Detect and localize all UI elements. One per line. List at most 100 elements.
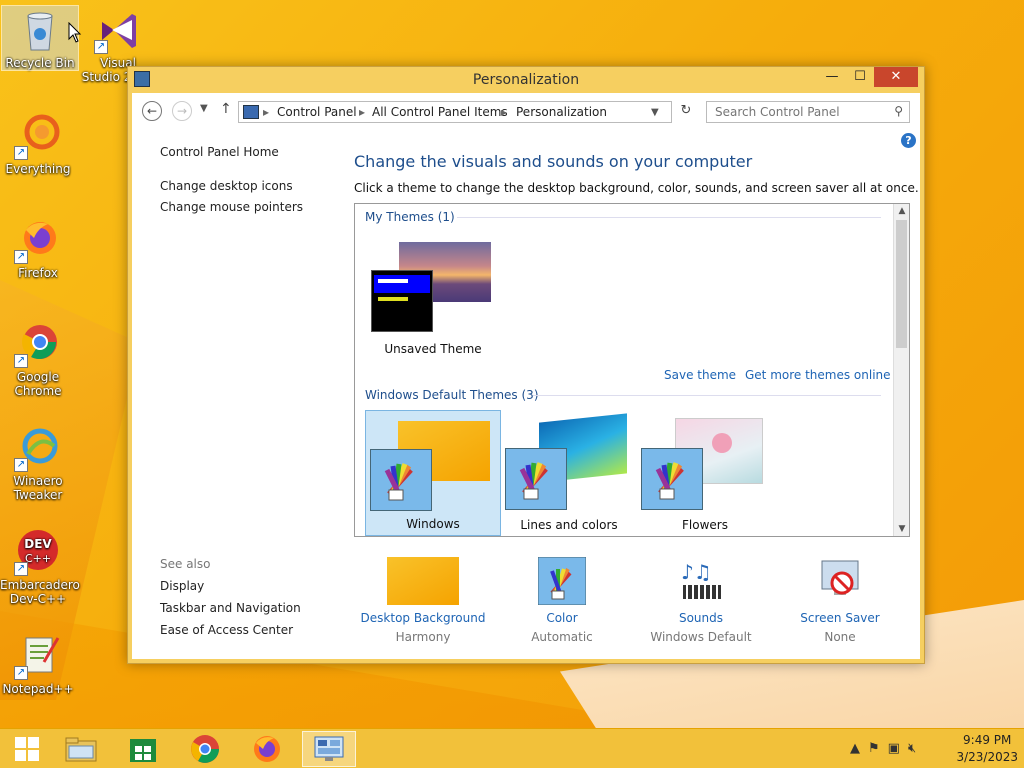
desktop-icon-notepad-plus-plus[interactable]: ↗ Notepad++	[0, 632, 76, 696]
my-themes-header-text: My Themes (1)	[365, 210, 455, 224]
screen-saver-setting[interactable]: Screen Saver None	[770, 557, 910, 644]
desktop-icon-recycle-bin[interactable]: Recycle Bin	[1, 5, 79, 71]
see-also-header: See also	[160, 557, 211, 571]
notepad-plus-plus-icon: ↗	[14, 632, 62, 680]
breadcrumb-control-panel[interactable]: Control Panel	[277, 105, 357, 119]
minimize-button[interactable]: —	[818, 67, 846, 87]
theme-unsaved[interactable]: Unsaved Theme	[365, 234, 501, 360]
firefox-icon	[254, 736, 280, 762]
scroll-up-icon[interactable]: ▲	[894, 206, 909, 216]
group-divider	[457, 217, 881, 218]
sounds-setting[interactable]: ♪♫ Sounds Windows Default	[631, 557, 771, 644]
taskbar-file-explorer[interactable]	[54, 731, 108, 767]
control-panel-icon	[243, 105, 259, 119]
color-setting[interactable]: Color Automatic	[492, 556, 632, 644]
shortcut-arrow-icon: ↗	[14, 666, 28, 680]
taskbar-control-panel[interactable]	[302, 731, 356, 767]
recent-locations-dropdown-icon[interactable]: ▼	[200, 103, 208, 114]
get-more-themes-link[interactable]: Get more themes online	[745, 368, 891, 382]
desktop-background-label: Desktop Background	[360, 611, 486, 625]
refresh-icon[interactable]: ↻	[676, 103, 696, 121]
volume-muted-icon[interactable]: 🔇︎	[908, 741, 924, 756]
breadcrumb-separator-icon: ▸	[501, 105, 508, 119]
color-palette-icon	[537, 556, 587, 606]
desktop-icon-firefox[interactable]: ↗ Firefox	[0, 216, 76, 280]
control-panel-home-link[interactable]: Control Panel Home	[160, 145, 303, 159]
mouse-cursor-icon	[68, 22, 82, 43]
svg-text:DEV: DEV	[24, 537, 52, 551]
visual-studio-icon: ↗	[94, 6, 142, 54]
forward-button[interactable]: →	[172, 101, 192, 121]
change-mouse-pointers-link[interactable]: Change mouse pointers	[160, 200, 303, 214]
dev-cpp-icon: DEV C++ ↗	[14, 528, 62, 576]
scrollbar-thumb[interactable]	[896, 220, 907, 348]
color-palette-icon	[505, 448, 567, 510]
page-title: Change the visuals and sounds on your co…	[354, 152, 753, 171]
taskbar-navigation-link[interactable]: Taskbar and Navigation	[160, 601, 301, 615]
personalization-window: Personalization — ☐ ✕ ← → ▼ ↑ ▸ Control …	[127, 66, 925, 664]
themes-scrollbar[interactable]: ▲ ▼	[893, 204, 909, 536]
help-icon[interactable]: ?	[901, 133, 916, 148]
address-box[interactable]: ▸ Control Panel ▸ All Control Panel Item…	[238, 101, 672, 123]
default-themes-header: Windows Default Themes (3)	[365, 388, 881, 402]
save-theme-link[interactable]: Save theme	[664, 368, 736, 382]
taskbar-store[interactable]	[116, 731, 170, 767]
breadcrumb-all-items[interactable]: All Control Panel Items	[372, 105, 508, 119]
back-button[interactable]: ←	[142, 101, 162, 121]
breadcrumb-personalization[interactable]: Personalization	[516, 105, 607, 119]
desktop-icon-label: Embarcadero Dev-C++	[0, 578, 80, 606]
theme-color-thumbnail	[371, 270, 433, 332]
everything-icon: ↗	[14, 112, 62, 160]
taskbar: ▲⚑▣🔇︎ 9:49 PM 3/23/2023	[0, 728, 1024, 768]
windows-logo-icon	[15, 737, 39, 761]
title-bar[interactable]: Personalization — ☐ ✕	[128, 67, 924, 93]
desktop-icon-dev-cpp[interactable]: DEV C++ ↗ Embarcadero Dev-C++	[0, 528, 80, 606]
maximize-button[interactable]: ☐	[846, 67, 874, 87]
change-desktop-icons-link[interactable]: Change desktop icons	[160, 179, 303, 193]
clock[interactable]: 9:49 PM 3/23/2023	[956, 733, 1018, 764]
desktop-background-setting[interactable]: Desktop Background Harmony	[353, 557, 493, 644]
breadcrumb-separator-icon: ▸	[263, 105, 270, 119]
theme-label: Unsaved Theme	[384, 342, 482, 356]
chrome-icon	[191, 735, 219, 763]
desktop-icon-winaero-tweaker[interactable]: ↗ Winaero Tweaker	[0, 424, 76, 502]
screen-saver-label: Screen Saver	[800, 611, 880, 625]
search-box[interactable]: ⚲	[706, 101, 910, 123]
address-dropdown-icon[interactable]: ▼	[651, 107, 659, 118]
search-input[interactable]	[713, 103, 883, 121]
desktop-background-thumbnail	[387, 557, 459, 605]
scroll-down-icon[interactable]: ▼	[894, 524, 909, 534]
shortcut-arrow-icon: ↗	[14, 458, 28, 472]
show-hidden-icons-icon[interactable]: ▲	[850, 741, 868, 756]
start-button[interactable]	[0, 731, 54, 767]
shortcut-arrow-icon: ↗	[14, 146, 28, 160]
breadcrumb-separator-icon: ▸	[359, 105, 366, 119]
sounds-value: Windows Default	[650, 630, 752, 644]
group-divider	[533, 395, 881, 396]
left-navigation: Control Panel Home Change desktop icons …	[160, 145, 303, 221]
display-link[interactable]: Display	[160, 579, 301, 593]
desktop-icon-google-chrome[interactable]: ↗ Google Chrome	[0, 320, 76, 398]
theme-label: Windows	[406, 517, 460, 531]
action-center-flag-icon[interactable]: ⚑	[868, 741, 888, 756]
theme-label: Flowers	[682, 518, 728, 532]
desktop-icon-everything[interactable]: ↗ Everything	[0, 112, 76, 176]
search-icon[interactable]: ⚲	[894, 104, 903, 118]
network-icon[interactable]: ▣	[888, 741, 908, 756]
shortcut-arrow-icon: ↗	[14, 354, 28, 368]
up-button[interactable]: ↑	[220, 101, 232, 117]
theme-lines-and-colors[interactable]: Lines and colors	[501, 410, 637, 536]
ease-of-access-link[interactable]: Ease of Access Center	[160, 623, 301, 637]
sounds-icon: ♪♫	[677, 557, 725, 605]
theme-flowers[interactable]: Flowers	[637, 410, 773, 536]
desktop-icon-label: Google Chrome	[14, 370, 62, 398]
winaero-tweaker-icon: ↗	[14, 424, 62, 472]
theme-windows[interactable]: Windows	[365, 410, 501, 536]
svg-text:♪♫: ♪♫	[681, 560, 712, 584]
shortcut-arrow-icon: ↗	[14, 250, 28, 264]
taskbar-firefox[interactable]	[240, 731, 294, 767]
taskbar-chrome[interactable]	[178, 731, 232, 767]
close-button[interactable]: ✕	[874, 67, 918, 87]
default-themes-header-text: Windows Default Themes (3)	[365, 388, 539, 402]
control-panel-icon	[314, 736, 344, 761]
